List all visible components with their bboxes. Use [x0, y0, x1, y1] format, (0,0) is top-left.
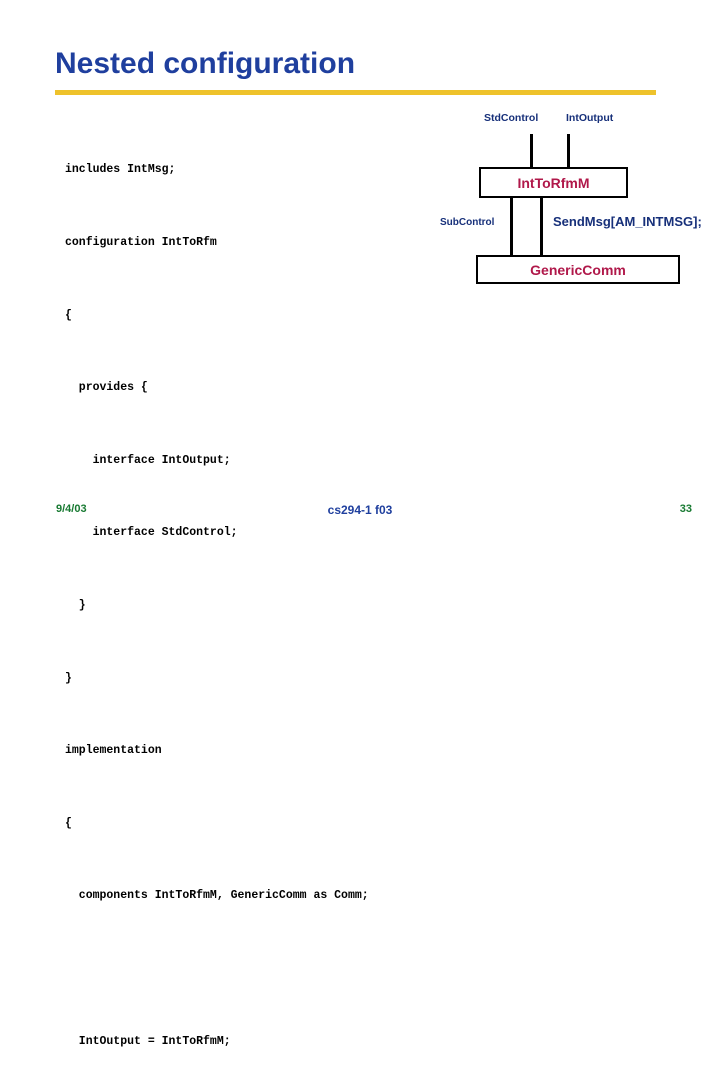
code-line: IntOutput = IntToRfmM;: [65, 1034, 231, 1048]
connector-sendmsg: [540, 196, 543, 257]
connector-intoutput: [567, 134, 570, 168]
footer-page-number: 33: [679, 503, 692, 515]
code-line: }: [65, 598, 86, 612]
code-line: provides {: [65, 381, 148, 395]
diagram-label-intoutput: IntOutput: [566, 112, 614, 124]
connector-subcontrol: [510, 196, 513, 257]
diagram-label-subcontrol: SubControl: [440, 217, 495, 228]
title-divider-rule: [55, 90, 656, 95]
connector-stdcontrol: [530, 134, 533, 168]
page-title: Nested configuration: [55, 47, 356, 80]
code-line: includes IntMsg;: [65, 163, 176, 177]
code-line: interface IntOutput;: [65, 453, 231, 467]
diagram-box-inttorfmm: IntToRfmM: [479, 167, 628, 198]
code-line: interface StdControl;: [65, 526, 238, 540]
code-line: {: [65, 816, 72, 830]
code-line: }: [65, 671, 72, 685]
code-block: includes IntMsg; configuration IntToRfm …: [65, 110, 465, 1080]
code-line: configuration IntToRfm: [65, 236, 217, 249]
code-line: {: [65, 308, 72, 322]
diagram-box-genericcomm: GenericComm: [476, 255, 680, 284]
code-line: implementation: [65, 744, 162, 758]
diagram-label-stdcontrol: StdControl: [484, 112, 539, 124]
diagram-label-sendmsg: SendMsg[AM_INTMSG];: [553, 214, 702, 229]
code-line: components IntToRfmM, GenericComm as Com…: [65, 889, 369, 903]
